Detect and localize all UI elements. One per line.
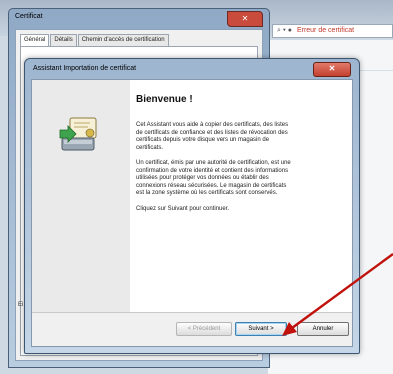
wizard-paragraph: Cet Assistant vous aide à copier des cer… [136, 122, 289, 151]
cancel-button[interactable]: Annuler [297, 322, 349, 336]
certificate-window-title: Certificat [15, 13, 43, 20]
next-button[interactable]: Suivant > [235, 322, 287, 336]
wizard-paragraph: Cliquez sur Suivant pour continuer. [136, 205, 230, 212]
wizard-body: Bienvenue ! Cet Assistant vous aide à co… [31, 79, 353, 347]
wizard-content: Bienvenue ! Cet Assistant vous aide à co… [32, 80, 352, 312]
wizard-heading: Bienvenue ! [136, 94, 193, 105]
close-button[interactable]: ✕ [227, 11, 263, 27]
certificate-import-wizard: Assistant Importation de certificat ✕ Bi… [24, 58, 360, 354]
wizard-side-panel [32, 80, 130, 312]
tab-bar: Général Détails Chemin d'accès de certif… [20, 34, 170, 47]
tab-certification-path[interactable]: Chemin d'accès de certification [77, 34, 169, 46]
certificate-import-icon [59, 117, 97, 151]
previous-button[interactable]: < Précédent [176, 322, 232, 336]
partial-text: Ei [18, 302, 24, 308]
search-icon: ⌕ ▾ ● [277, 27, 292, 34]
tab-details[interactable]: Détails [50, 34, 77, 46]
wizard-title: Assistant Importation de certificat [33, 65, 137, 72]
divider [32, 312, 352, 313]
wizard-description: Cet Assistant vous aide à copier des cer… [136, 122, 296, 221]
certificate-error-label[interactable]: Erreur de certificat [297, 27, 354, 34]
address-bar[interactable]: ⌕ ▾ ● Erreur de certificat [272, 24, 393, 38]
close-button[interactable]: ✕ [313, 62, 351, 77]
wizard-paragraph: Un certificat, émis par une autorité de … [136, 160, 291, 196]
